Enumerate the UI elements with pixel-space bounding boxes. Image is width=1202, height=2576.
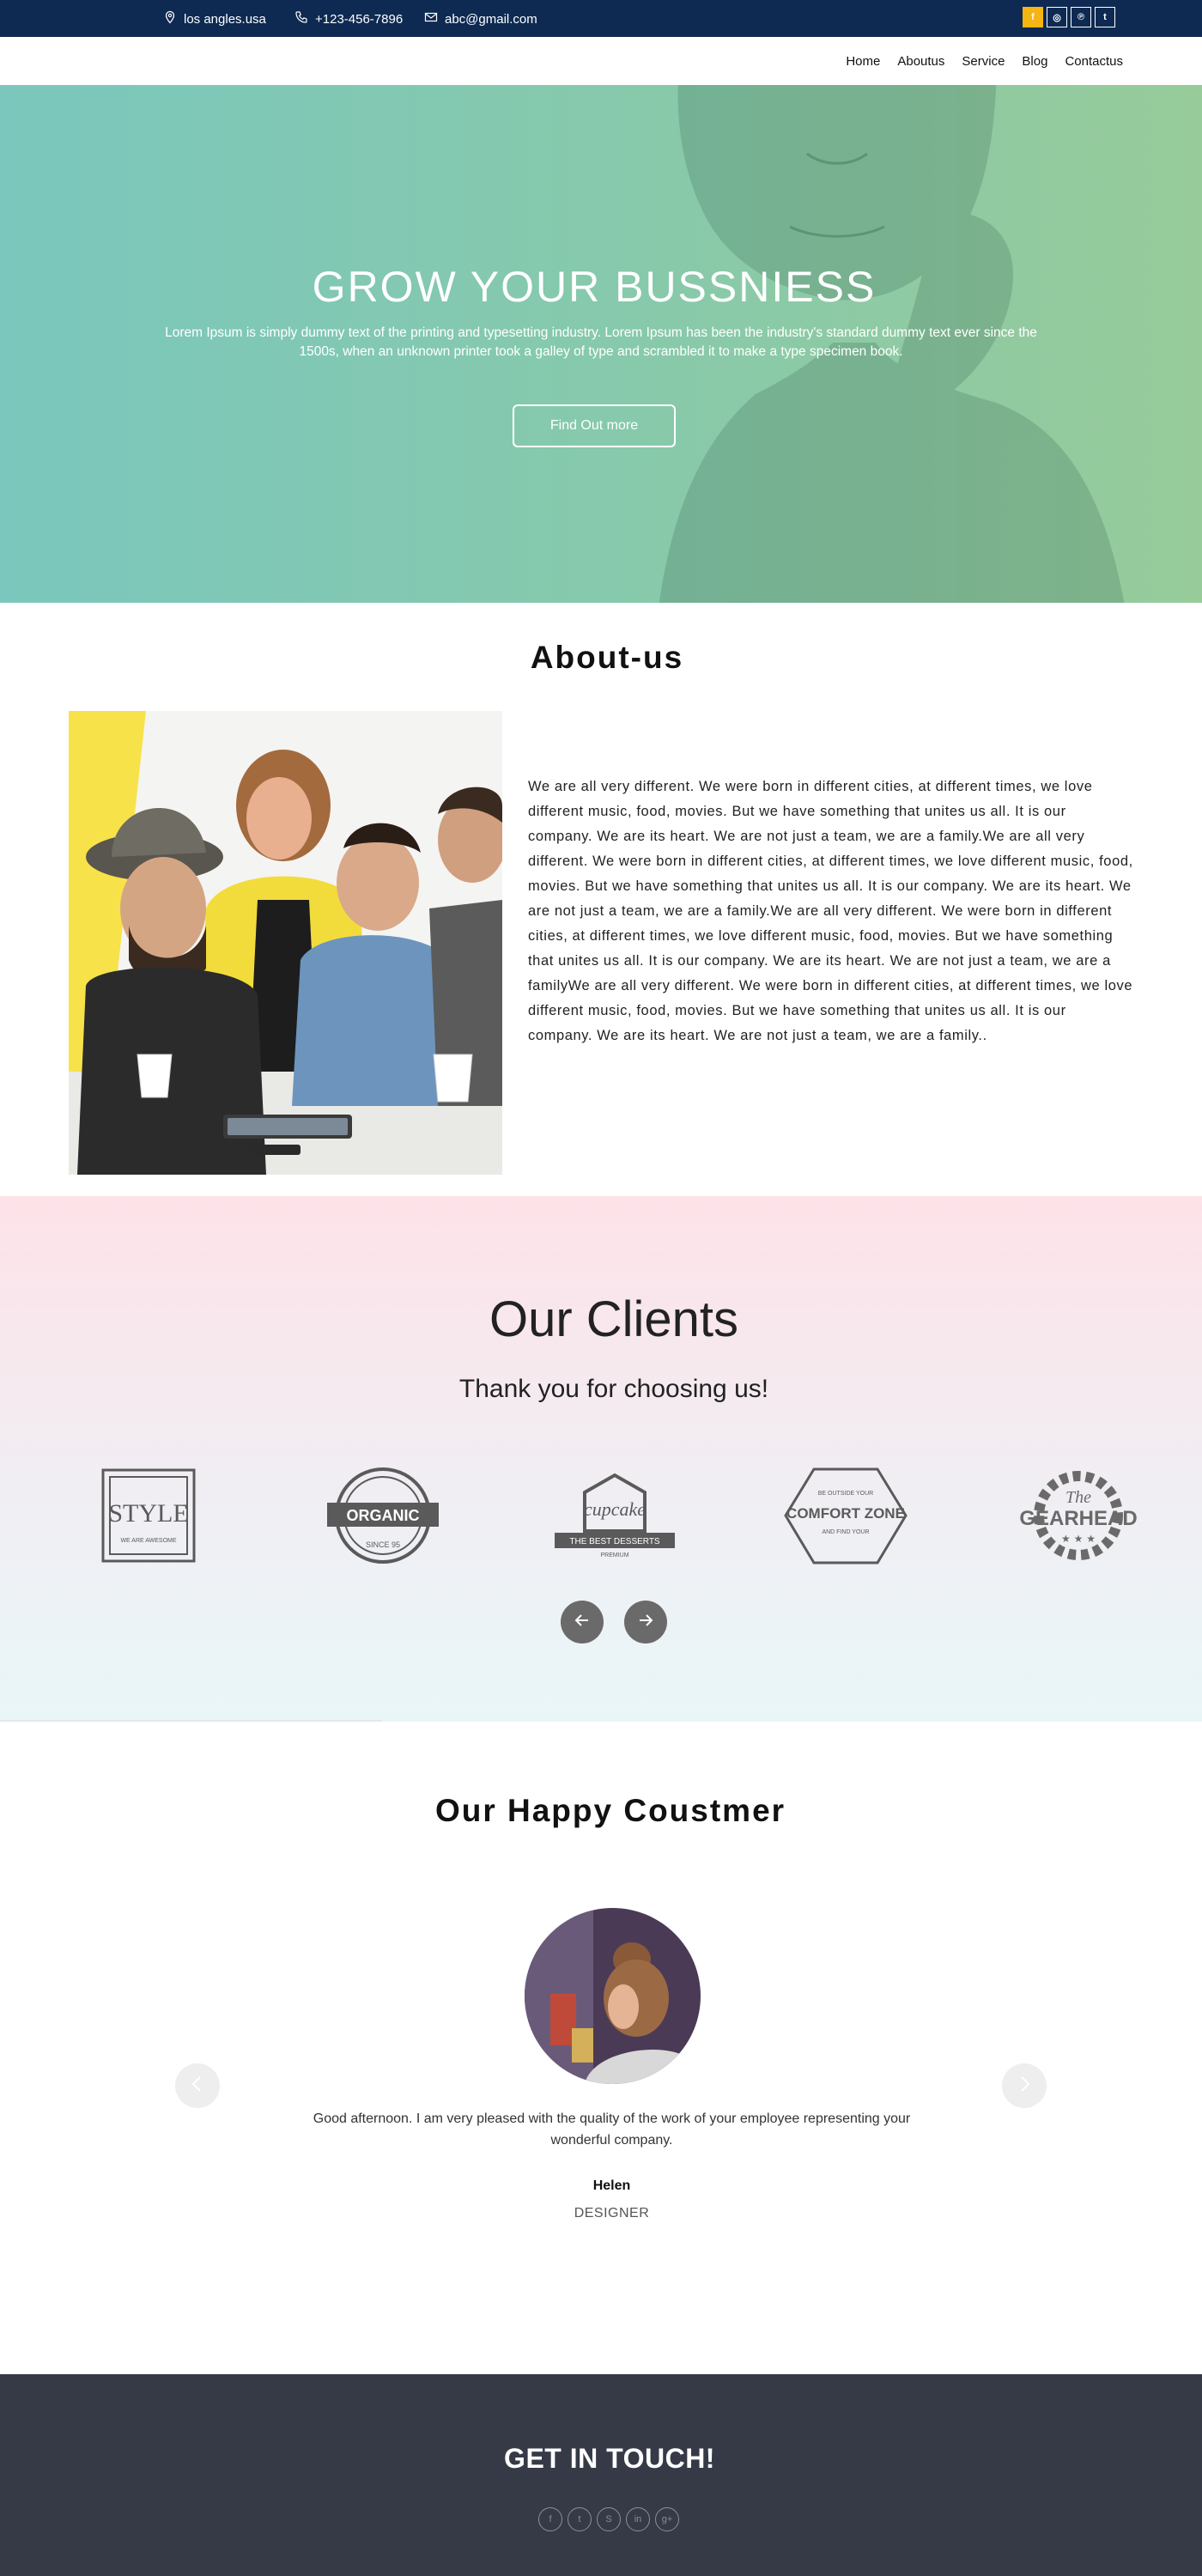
comfort-logo-sub: AND FIND YOUR [822,1529,869,1535]
testimonial-name: Helen [592,2178,631,2193]
pinterest-icon[interactable]: ℗ [1071,7,1091,27]
nav-contactus[interactable]: Contactus [1065,54,1123,69]
cupcake-logo-sub: THE BEST DESSERTS [569,1537,660,1546]
comfort-logo-text: COMFORT ZONE [786,1505,905,1522]
footer-social-links: f t S in g+ [538,2507,679,2531]
nav-home[interactable]: Home [846,54,880,69]
testimonial-next-button[interactable] [1002,2063,1047,2108]
arrow-right-icon [634,1609,657,1636]
style-logo-sub: WE ARE AWESOME [120,1538,176,1544]
facebook-icon[interactable]: f [538,2507,562,2531]
location-info: los angles.usa [163,10,266,27]
google-plus-icon[interactable]: g+ [655,2507,679,2531]
clients-subtitle: Thank you for choosing us! [458,1375,769,1403]
cupcake-logo-text: cupcake [584,1498,646,1520]
email-text[interactable]: abc@gmail.com [445,12,537,27]
organic-logo-text: ORGANIC [347,1507,420,1524]
chevron-right-icon [1015,2075,1034,2098]
footer: GET IN TOUCH! f t S in g+ [0,2374,1202,2576]
client-logo-cupcake[interactable]: cupcake THE BEST DESSERTS PREMIUM [555,1464,675,1567]
about-title: About-us [530,640,684,675]
location-text: los angles.usa [184,11,266,27]
facebook-icon[interactable]: f [1023,7,1043,27]
arrow-left-icon [571,1609,593,1636]
svg-text:★ ★ ★: ★ ★ ★ [1061,1533,1096,1545]
hero-text: Lorem Ipsum is simply dummy text of the … [165,325,1037,359]
style-logo-text: STYLE [108,1499,188,1528]
section-divider [0,1720,382,1722]
hero-title: GROW YOUR BUSSNIESS [312,263,877,311]
email-info: abc@gmail.com [424,10,537,27]
testimonial-role: DESIGNER [574,2206,650,2221]
top-social-links: f ◎ ℗ t [1023,7,1115,27]
customer-avatar [525,1908,701,2084]
skype-icon[interactable]: S [597,2507,621,2531]
organic-logo-sub: SINCE 95 [366,1540,400,1549]
about-text: We are all very different. We were born … [528,779,1133,1043]
twitter-icon[interactable]: t [1095,7,1115,27]
find-out-more-button[interactable]: Find Out more [513,404,676,447]
testimonials-title: Our Happy Coustmer [434,1793,786,1828]
top-bar: los angles.usa +123-456-7896 abc@gmail.c… [0,0,1202,37]
nav-service[interactable]: Service [962,54,1005,69]
nav-menu: Home Aboutus Service Blog Contactus [846,54,1123,69]
clients-prev-button[interactable] [561,1601,604,1643]
location-pin-icon [163,10,177,27]
client-logo-gearhead[interactable]: The GEARHEAD ★ ★ ★ [1016,1464,1141,1567]
about-team-image [69,711,502,1175]
instagram-icon[interactable]: ◎ [1047,7,1067,27]
phone-icon [294,10,308,27]
main-navbar: Home Aboutus Service Blog Contactus [0,37,1202,85]
client-logo-style[interactable]: STYLE WE ARE AWESOME [101,1464,196,1567]
clients-section: Our Clients Thank you for choosing us! S… [0,1196,1202,1722]
clients-title: Our Clients [489,1291,739,1347]
hero-banner: GROW YOUR BUSSNIESS Lorem Ipsum is simpl… [0,85,1202,603]
cupcake-logo-tag: PREMIUM [600,1552,628,1558]
clients-next-button[interactable] [624,1601,667,1643]
gearhead-logo-top: The [1065,1488,1091,1507]
comfort-logo-top: BE OUTSIDE YOUR [818,1491,873,1497]
client-logo-organic[interactable]: ORGANIC SINCE 95 [327,1464,439,1567]
nav-aboutus[interactable]: Aboutus [897,54,944,69]
phone-info: +123-456-7896 [294,10,403,27]
testimonial-quote: Good afternoon. I am very pleased with t… [313,2111,911,2148]
chevron-left-icon [188,2075,207,2098]
testimonial-prev-button[interactable] [175,2063,220,2108]
client-logo-comfort-zone[interactable]: BE OUTSIDE YOUR COMFORT ZONE AND FIND YO… [783,1464,908,1567]
twitter-icon[interactable]: t [568,2507,592,2531]
gearhead-logo-text: GEARHEAD [1019,1507,1137,1530]
linkedin-icon[interactable]: in [626,2507,650,2531]
nav-blog[interactable]: Blog [1022,54,1047,69]
footer-title: GET IN TOUCH! [504,2443,715,2474]
phone-text[interactable]: +123-456-7896 [315,12,403,27]
envelope-icon [424,10,438,27]
